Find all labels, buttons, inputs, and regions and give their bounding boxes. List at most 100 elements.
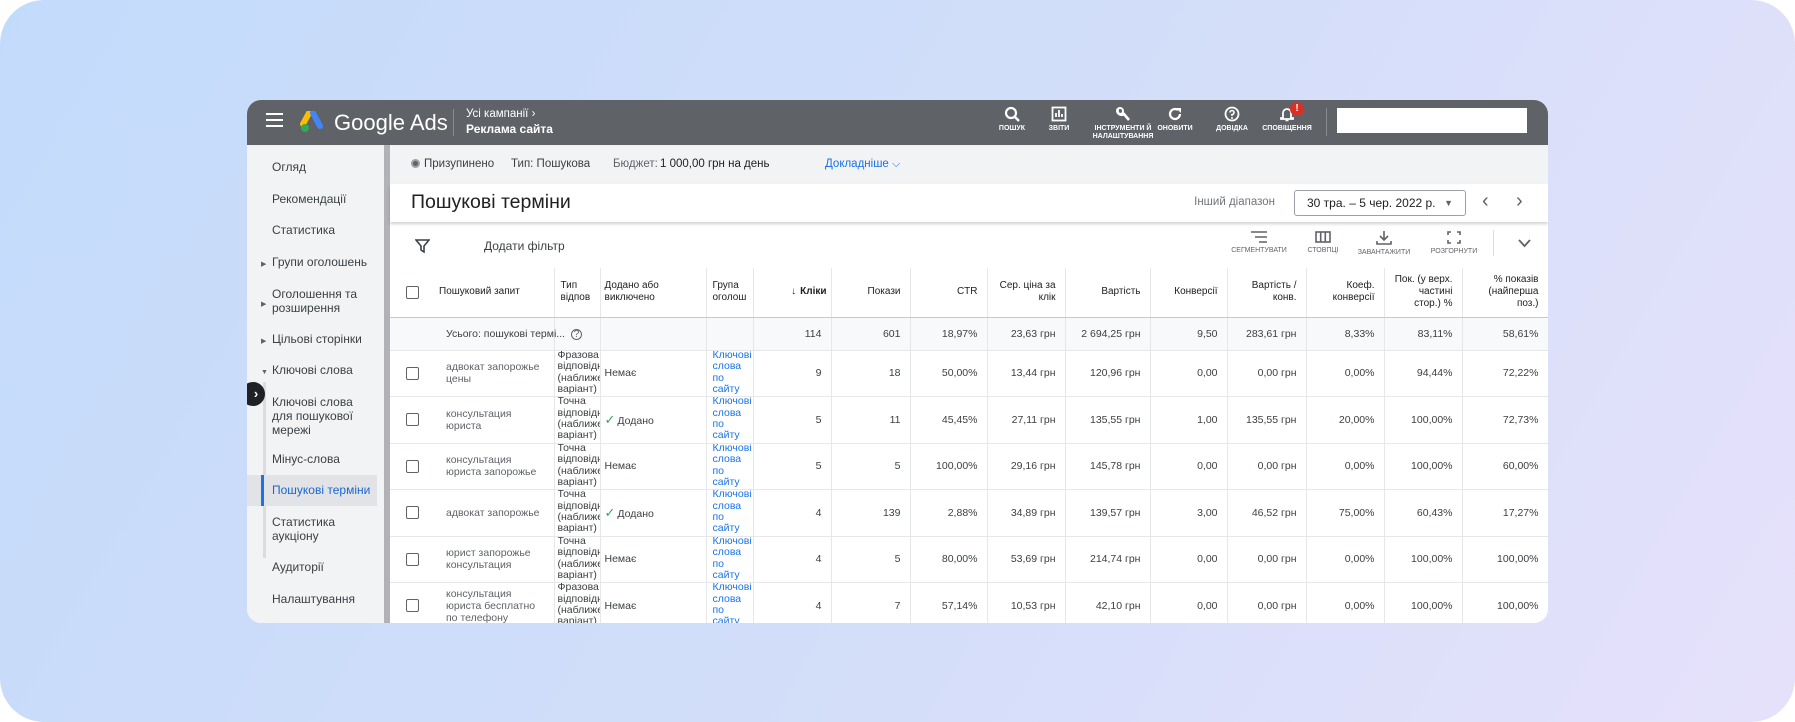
sidebar-item[interactable]: Огляд (247, 160, 384, 174)
column-header[interactable]: CTR (910, 268, 988, 318)
total-value: 9,50 (1197, 327, 1218, 340)
cell-value: 0,00% (1344, 367, 1375, 380)
select-all-checkbox-cell[interactable] (390, 268, 430, 318)
cell-value: 27,11 грн (1011, 413, 1056, 426)
checkbox[interactable] (406, 459, 419, 473)
ad-group-link[interactable]: Ключові слова по сайту (713, 350, 753, 396)
column-header[interactable]: Коеф. конверсії (1306, 268, 1385, 318)
row-checkbox-cell[interactable] (390, 396, 430, 444)
ad-group-cell[interactable]: Ключові слова по сайту (706, 350, 754, 397)
total-value: 83,11% (1417, 327, 1453, 340)
sidebar-item[interactable]: Налаштування (247, 592, 384, 606)
checkbox[interactable] (406, 285, 419, 299)
cell-value: 57,14% (941, 599, 978, 612)
checkbox[interactable] (406, 506, 419, 520)
impressions-cell: 139 (831, 489, 911, 537)
breadcrumb-parent[interactable]: Усі кампанії (466, 108, 528, 120)
column-header[interactable]: % показів (найперша поз.) (1462, 268, 1548, 318)
chevron-down-icon[interactable] (1518, 239, 1531, 248)
column-header[interactable]: Покази (831, 268, 911, 318)
button-label: оновити (1157, 125, 1193, 132)
sidebar-item[interactable]: Мінус-слова (247, 452, 377, 466)
row-checkbox-cell[interactable] (390, 582, 430, 623)
download-button[interactable]: завантажити (1344, 231, 1424, 257)
more-details-link[interactable]: Докладніше ⌵ (825, 145, 900, 184)
column-header[interactable]: Конверсії (1150, 268, 1228, 318)
checkbox[interactable] (406, 366, 419, 380)
sidebar-item[interactable]: Рекомендації (247, 192, 384, 206)
menu-icon[interactable] (266, 113, 283, 127)
date-range-picker[interactable]: 30 тра. – 5 чер. 2022 р. ▼ (1294, 190, 1466, 216)
row-checkbox-cell[interactable] (390, 443, 430, 490)
sidebar-item[interactable]: Статистика аукціону (247, 515, 377, 543)
table-row[interactable]: консультация юриста Точна відповідність (… (390, 396, 1548, 444)
cell-value: 9 (815, 367, 822, 380)
cost-per-conv-cell: 0,00 грн (1227, 536, 1307, 583)
column-header[interactable]: ↓ Кліки (753, 268, 832, 318)
row-checkbox-cell[interactable] (390, 536, 430, 583)
sidebar-item[interactable]: Аудиторії (247, 560, 384, 574)
checkbox[interactable] (406, 413, 419, 427)
ad-group-link[interactable]: Ключові слова по сайту (713, 443, 753, 489)
checkbox[interactable] (406, 552, 419, 566)
ad-group-cell[interactable]: Ключові слова по сайту (706, 582, 754, 624)
table-row[interactable]: юрист запорожье консультация Точна відпов… (390, 536, 1548, 583)
table-row[interactable]: адвокат запорожье цены Фразова відповідні… (390, 350, 1548, 397)
top-impr-cell: 100,00% (1384, 443, 1463, 490)
add-filter-button[interactable]: Додати фільтр (484, 239, 565, 253)
column-header[interactable]: Вартість (1065, 268, 1151, 318)
column-header[interactable]: Додано або виключено (600, 268, 707, 318)
sidebar-item-label: Налаштування (272, 592, 355, 606)
sidebar-item[interactable]: Ключові слова для пошукової мережі (247, 395, 377, 437)
column-header[interactable]: Пошуковий запит (430, 268, 555, 318)
sidebar-item[interactable]: Статистика (247, 223, 384, 237)
ad-group-link[interactable]: Ключові слова по сайту (713, 583, 753, 624)
ad-group-cell[interactable]: Ключові слова по сайту (706, 536, 754, 583)
total-value: 23,63 грн (1010, 327, 1056, 340)
sidebar-item[interactable]: ▶ Цільові сторінки (247, 332, 384, 346)
sort-down-icon: ↓ (791, 286, 797, 298)
dropdown-arrow-icon: ▼ (1444, 198, 1453, 208)
sidebar-item[interactable]: Пошукові терміни (247, 475, 377, 506)
search-term-cell: адвокат запорожье цены (430, 350, 555, 397)
table-row[interactable]: консультация юриста запорожье Точна відпо… (390, 443, 1548, 490)
table-row[interactable]: консультация юриста бесплатно по телефон… (390, 582, 1548, 624)
account-box[interactable] (1337, 108, 1527, 133)
cell-value: 1,00 (1197, 413, 1218, 426)
ctr-cell: 57,14% (910, 582, 988, 623)
column-header[interactable]: Пок. (у верх. частині стор.) % (1384, 268, 1463, 318)
ad-group-link[interactable]: Ключові слова по сайту (713, 490, 753, 536)
column-header[interactable]: Група оголош (706, 268, 754, 318)
cell-value: 46,52 грн (1251, 506, 1297, 519)
сповіщення-button[interactable]: сповіщення! (1252, 102, 1322, 133)
reports-icon (1051, 106, 1067, 122)
filter-icon[interactable] (415, 239, 430, 253)
top-impr-cell: 100,00% (1384, 536, 1463, 583)
sidebar-item[interactable]: ▶ Оголошення та розширення (247, 287, 384, 315)
total-cell: 18,97% (910, 317, 988, 351)
sidebar-item[interactable]: ▶ Групи оголошень (247, 255, 384, 269)
ad-group-cell[interactable]: Ключові слова по сайту (706, 396, 754, 444)
row-checkbox-cell[interactable] (390, 489, 430, 537)
ad-group-link[interactable]: Ключові слова по сайту (713, 536, 753, 582)
column-header[interactable]: Сер. ціна за клік (987, 268, 1066, 318)
ad-group-link[interactable]: Ключові слова по сайту (713, 397, 753, 443)
ad-group-cell[interactable]: Ключові слова по сайту (706, 443, 754, 490)
prev-period-icon[interactable]: ‹ (1482, 190, 1489, 213)
checkbox[interactable] (406, 599, 419, 613)
cell-value: 34,89 грн (1010, 506, 1056, 519)
cell-value: 13,44 грн (1010, 367, 1056, 380)
ad-group-cell[interactable]: Ключові слова по сайту (706, 489, 754, 537)
expand-button[interactable]: розгорнути (1414, 231, 1494, 256)
match-type-text: Точна відповідність (наближений варіант) (557, 536, 600, 581)
help-icon[interactable]: ? (571, 328, 583, 340)
breadcrumb[interactable]: Усі кампанії › Реклама сайта (466, 107, 553, 137)
column-header[interactable]: Вартість / конв. (1227, 268, 1307, 318)
звіти-button[interactable]: звіти (1024, 106, 1094, 133)
sidebar-item[interactable]: ▼ Ключові слова (247, 363, 384, 377)
column-header[interactable]: Тип відпов (554, 268, 601, 318)
table-row[interactable]: адвокат запорожье Точна відповідність (на… (390, 489, 1548, 537)
row-checkbox-cell[interactable] (390, 350, 430, 397)
sidebar-item-label: Ключові слова (272, 363, 353, 377)
next-period-icon[interactable]: › (1516, 190, 1523, 213)
